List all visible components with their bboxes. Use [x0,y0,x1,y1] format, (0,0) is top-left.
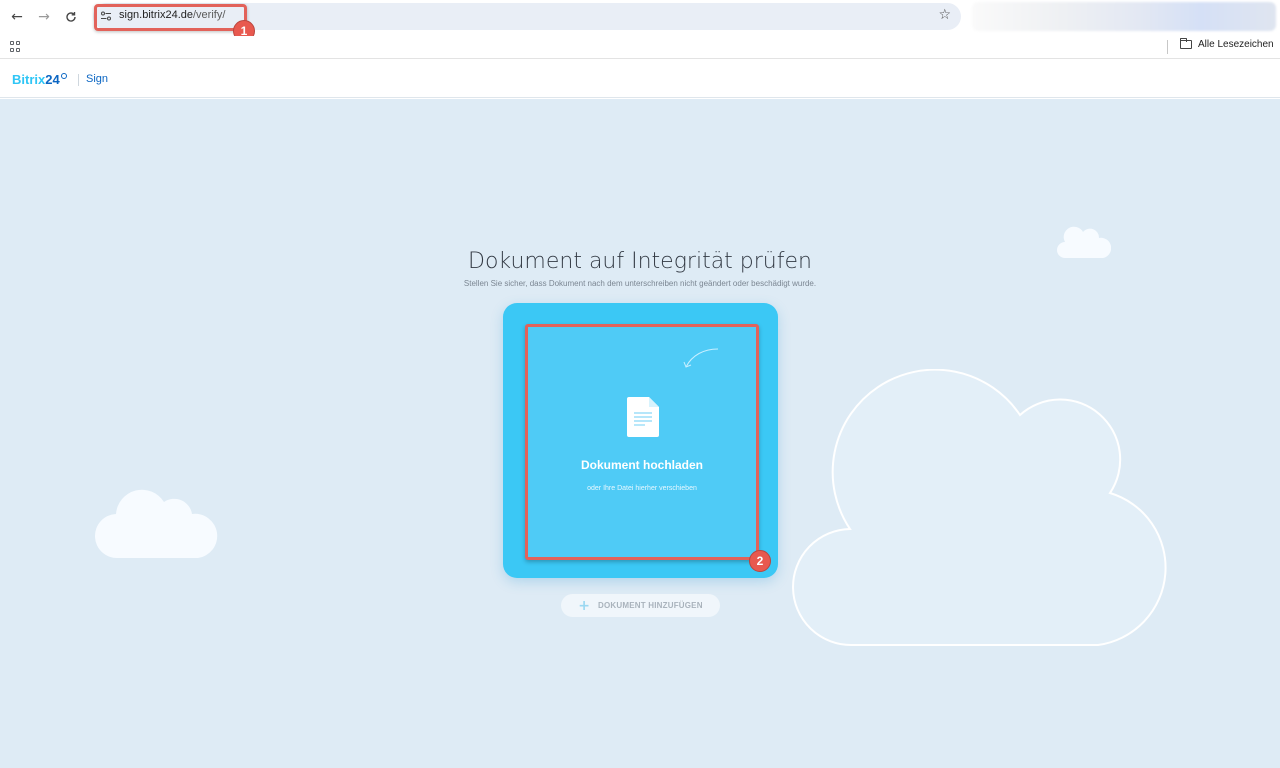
page-subtitle: Stellen Sie sicher, dass Dokument nach d… [463,279,817,288]
bookmark-star-icon[interactable]: ☆ [938,7,951,23]
logo-divider [78,74,79,86]
bookmarks-divider [1167,40,1168,54]
annotation-badge-2: 2 [749,550,771,572]
all-bookmarks-label: Alle Lesezeichen [1198,39,1274,50]
plus-icon: + [578,597,591,614]
left-cloud-decoration [94,489,218,559]
logo-text: Bitrix [12,72,46,87]
folder-icon [1179,38,1192,49]
all-bookmarks-button[interactable]: Alle Lesezeichen [1179,38,1274,50]
back-arrow-icon[interactable]: ← [6,6,28,28]
sign-link[interactable]: Sign [86,73,108,85]
curved-arrow-icon [683,348,719,368]
reload-icon[interactable] [60,6,82,28]
main-content: Dokument auf Integrität prüfen Stellen S… [0,99,1280,768]
large-cloud-outline-decoration [792,369,1167,647]
annotation-highlight-url [94,4,247,31]
forward-arrow-icon[interactable]: → [33,6,55,28]
upload-card: Dokument hochladen oder Ihre Datei hierh… [503,303,778,578]
upload-hint: oder Ihre Datei hierher verschieben [587,485,697,492]
add-document-label: DOKUMENT HINZUFÜGEN [598,601,703,610]
add-document-button[interactable]: + DOKUMENT HINZUFÜGEN [561,594,720,617]
site-header: Bitrix24 Sign [0,60,1280,98]
logo-number: 24 [45,72,60,87]
document-drop-zone[interactable]: Dokument hochladen oder Ihre Datei hierh… [525,324,759,560]
apps-grid-icon[interactable] [10,41,21,52]
bookmarks-bar: Alle Lesezeichen [0,36,1280,59]
document-icon [627,397,659,437]
clock-icon [60,73,67,79]
browser-toolbar: ← → sign.bitrix24.de/verify/ ☆ 1 [0,0,1280,42]
page-title: Dokument auf Integrität prüfen [468,249,812,274]
bitrix24-logo[interactable]: Bitrix24 [12,72,67,87]
profile-extensions-area[interactable] [972,2,1276,31]
upload-title: Dokument hochladen [580,458,703,472]
